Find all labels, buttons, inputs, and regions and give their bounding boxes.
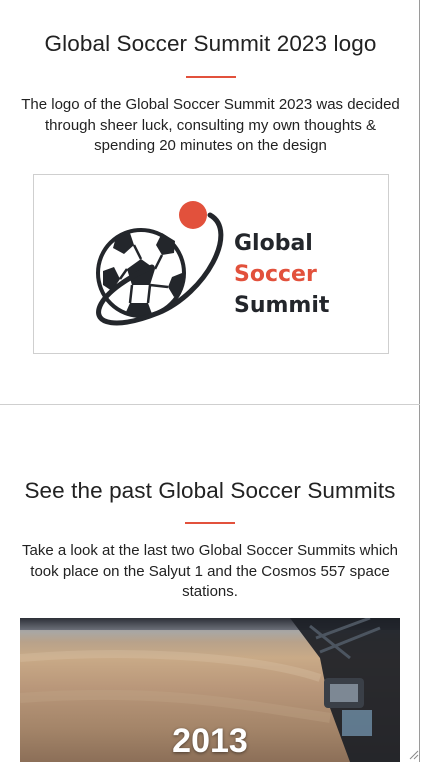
page-right-edge xyxy=(419,0,420,762)
title-accent-line xyxy=(185,76,236,78)
logo-image-frame: Global Soccer Summit xyxy=(32,173,389,354)
summit-2013-photo[interactable]: 2013 xyxy=(20,618,400,762)
logo-section-description: The logo of the Global Soccer Summit 202… xyxy=(21,96,400,154)
past-section-description: Take a look at the last two Global Socce… xyxy=(22,542,398,600)
orbit-planet-dot xyxy=(178,200,207,229)
logo-section-title: Global Soccer Summit 2023 logo xyxy=(44,31,377,56)
section-divider xyxy=(0,404,420,405)
past-section-title: See the past Global Soccer Summits xyxy=(24,478,396,503)
logo-word-global: Global xyxy=(234,231,313,256)
global-soccer-summit-logo: Global Soccer Summit xyxy=(95,200,330,325)
logo-word-soccer: Soccer xyxy=(234,262,317,287)
photo-year-caption: 2013 xyxy=(172,722,248,760)
past-summits-section: See the past Global Soccer Summits Take … xyxy=(0,478,420,603)
logo-section: Global Soccer Summit 2023 logo The logo … xyxy=(0,0,421,373)
title-accent-line xyxy=(185,522,235,524)
resize-grip-icon[interactable] xyxy=(407,748,419,760)
logo-word-summit: Summit xyxy=(234,293,330,318)
